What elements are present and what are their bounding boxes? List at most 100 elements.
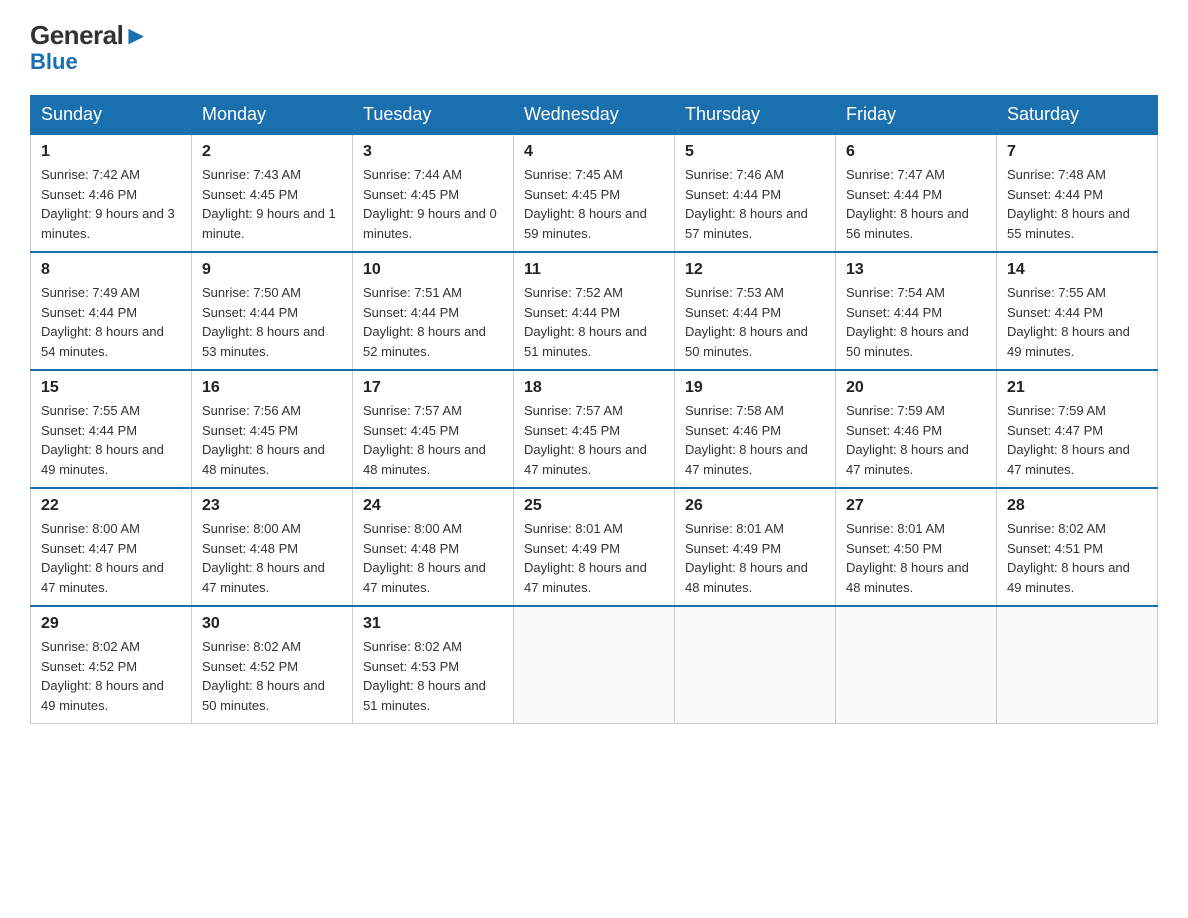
day-info: Sunrise: 7:49 AM Sunset: 4:44 PM Dayligh… [41,283,181,361]
day-number: 19 [685,379,825,397]
calendar-cell: 28 Sunrise: 8:02 AM Sunset: 4:51 PM Dayl… [997,488,1158,606]
day-info: Sunrise: 7:42 AM Sunset: 4:46 PM Dayligh… [41,165,181,243]
day-number: 31 [363,615,503,633]
calendar-cell: 16 Sunrise: 7:56 AM Sunset: 4:45 PM Dayl… [192,370,353,488]
day-number: 2 [202,143,342,161]
day-number: 7 [1007,143,1147,161]
calendar-cell: 5 Sunrise: 7:46 AM Sunset: 4:44 PM Dayli… [675,134,836,252]
page-header: General► Blue [30,20,1158,75]
day-number: 6 [846,143,986,161]
day-info: Sunrise: 7:55 AM Sunset: 4:44 PM Dayligh… [1007,283,1147,361]
day-info: Sunrise: 7:44 AM Sunset: 4:45 PM Dayligh… [363,165,503,243]
header-sunday: Sunday [31,96,192,135]
calendar-cell: 22 Sunrise: 8:00 AM Sunset: 4:47 PM Dayl… [31,488,192,606]
day-number: 21 [1007,379,1147,397]
day-number: 5 [685,143,825,161]
day-info: Sunrise: 7:45 AM Sunset: 4:45 PM Dayligh… [524,165,664,243]
calendar-cell: 26 Sunrise: 8:01 AM Sunset: 4:49 PM Dayl… [675,488,836,606]
day-number: 10 [363,261,503,279]
day-info: Sunrise: 7:52 AM Sunset: 4:44 PM Dayligh… [524,283,664,361]
logo: General► Blue [30,20,149,75]
calendar-table: SundayMondayTuesdayWednesdayThursdayFrid… [30,95,1158,724]
calendar-cell: 15 Sunrise: 7:55 AM Sunset: 4:44 PM Dayl… [31,370,192,488]
calendar-cell: 29 Sunrise: 8:02 AM Sunset: 4:52 PM Dayl… [31,606,192,724]
calendar-cell: 10 Sunrise: 7:51 AM Sunset: 4:44 PM Dayl… [353,252,514,370]
day-info: Sunrise: 7:56 AM Sunset: 4:45 PM Dayligh… [202,401,342,479]
calendar-cell: 4 Sunrise: 7:45 AM Sunset: 4:45 PM Dayli… [514,134,675,252]
day-number: 30 [202,615,342,633]
day-number: 16 [202,379,342,397]
day-number: 28 [1007,497,1147,515]
calendar-cell: 3 Sunrise: 7:44 AM Sunset: 4:45 PM Dayli… [353,134,514,252]
calendar-cell [675,606,836,724]
header-monday: Monday [192,96,353,135]
day-info: Sunrise: 7:54 AM Sunset: 4:44 PM Dayligh… [846,283,986,361]
day-info: Sunrise: 7:51 AM Sunset: 4:44 PM Dayligh… [363,283,503,361]
day-info: Sunrise: 8:01 AM Sunset: 4:50 PM Dayligh… [846,519,986,597]
day-info: Sunrise: 7:57 AM Sunset: 4:45 PM Dayligh… [524,401,664,479]
day-number: 20 [846,379,986,397]
calendar-cell: 30 Sunrise: 8:02 AM Sunset: 4:52 PM Dayl… [192,606,353,724]
day-number: 24 [363,497,503,515]
calendar-cell: 31 Sunrise: 8:02 AM Sunset: 4:53 PM Dayl… [353,606,514,724]
calendar-cell: 17 Sunrise: 7:57 AM Sunset: 4:45 PM Dayl… [353,370,514,488]
day-info: Sunrise: 7:46 AM Sunset: 4:44 PM Dayligh… [685,165,825,243]
calendar-cell: 9 Sunrise: 7:50 AM Sunset: 4:44 PM Dayli… [192,252,353,370]
day-number: 15 [41,379,181,397]
calendar-cell: 20 Sunrise: 7:59 AM Sunset: 4:46 PM Dayl… [836,370,997,488]
day-info: Sunrise: 7:47 AM Sunset: 4:44 PM Dayligh… [846,165,986,243]
logo-blue: Blue [30,49,149,75]
calendar-header-row: SundayMondayTuesdayWednesdayThursdayFrid… [31,96,1158,135]
day-info: Sunrise: 7:59 AM Sunset: 4:46 PM Dayligh… [846,401,986,479]
header-saturday: Saturday [997,96,1158,135]
day-info: Sunrise: 7:53 AM Sunset: 4:44 PM Dayligh… [685,283,825,361]
day-info: Sunrise: 8:00 AM Sunset: 4:48 PM Dayligh… [202,519,342,597]
calendar-cell: 14 Sunrise: 7:55 AM Sunset: 4:44 PM Dayl… [997,252,1158,370]
week-row-5: 29 Sunrise: 8:02 AM Sunset: 4:52 PM Dayl… [31,606,1158,724]
day-info: Sunrise: 8:01 AM Sunset: 4:49 PM Dayligh… [524,519,664,597]
day-number: 3 [363,143,503,161]
calendar-cell: 11 Sunrise: 7:52 AM Sunset: 4:44 PM Dayl… [514,252,675,370]
week-row-4: 22 Sunrise: 8:00 AM Sunset: 4:47 PM Dayl… [31,488,1158,606]
calendar-cell: 18 Sunrise: 7:57 AM Sunset: 4:45 PM Dayl… [514,370,675,488]
calendar-cell: 13 Sunrise: 7:54 AM Sunset: 4:44 PM Dayl… [836,252,997,370]
day-number: 12 [685,261,825,279]
header-thursday: Thursday [675,96,836,135]
logo-general: General► [30,20,149,51]
week-row-1: 1 Sunrise: 7:42 AM Sunset: 4:46 PM Dayli… [31,134,1158,252]
day-info: Sunrise: 7:57 AM Sunset: 4:45 PM Dayligh… [363,401,503,479]
calendar-cell: 24 Sunrise: 8:00 AM Sunset: 4:48 PM Dayl… [353,488,514,606]
day-number: 25 [524,497,664,515]
day-number: 8 [41,261,181,279]
day-info: Sunrise: 7:48 AM Sunset: 4:44 PM Dayligh… [1007,165,1147,243]
calendar-cell: 8 Sunrise: 7:49 AM Sunset: 4:44 PM Dayli… [31,252,192,370]
calendar-cell: 27 Sunrise: 8:01 AM Sunset: 4:50 PM Dayl… [836,488,997,606]
day-info: Sunrise: 8:02 AM Sunset: 4:52 PM Dayligh… [202,637,342,715]
day-info: Sunrise: 7:58 AM Sunset: 4:46 PM Dayligh… [685,401,825,479]
day-info: Sunrise: 8:01 AM Sunset: 4:49 PM Dayligh… [685,519,825,597]
day-info: Sunrise: 8:00 AM Sunset: 4:47 PM Dayligh… [41,519,181,597]
day-number: 13 [846,261,986,279]
day-info: Sunrise: 7:50 AM Sunset: 4:44 PM Dayligh… [202,283,342,361]
day-number: 4 [524,143,664,161]
day-number: 29 [41,615,181,633]
day-info: Sunrise: 8:02 AM Sunset: 4:51 PM Dayligh… [1007,519,1147,597]
calendar-cell: 23 Sunrise: 8:00 AM Sunset: 4:48 PM Dayl… [192,488,353,606]
day-info: Sunrise: 7:55 AM Sunset: 4:44 PM Dayligh… [41,401,181,479]
header-tuesday: Tuesday [353,96,514,135]
day-number: 22 [41,497,181,515]
calendar-cell: 2 Sunrise: 7:43 AM Sunset: 4:45 PM Dayli… [192,134,353,252]
day-number: 14 [1007,261,1147,279]
calendar-cell: 25 Sunrise: 8:01 AM Sunset: 4:49 PM Dayl… [514,488,675,606]
calendar-cell: 12 Sunrise: 7:53 AM Sunset: 4:44 PM Dayl… [675,252,836,370]
calendar-cell [836,606,997,724]
day-number: 27 [846,497,986,515]
day-info: Sunrise: 7:59 AM Sunset: 4:47 PM Dayligh… [1007,401,1147,479]
calendar-cell [514,606,675,724]
day-info: Sunrise: 8:02 AM Sunset: 4:52 PM Dayligh… [41,637,181,715]
calendar-cell: 19 Sunrise: 7:58 AM Sunset: 4:46 PM Dayl… [675,370,836,488]
day-number: 9 [202,261,342,279]
calendar-cell [997,606,1158,724]
day-number: 1 [41,143,181,161]
day-number: 11 [524,261,664,279]
